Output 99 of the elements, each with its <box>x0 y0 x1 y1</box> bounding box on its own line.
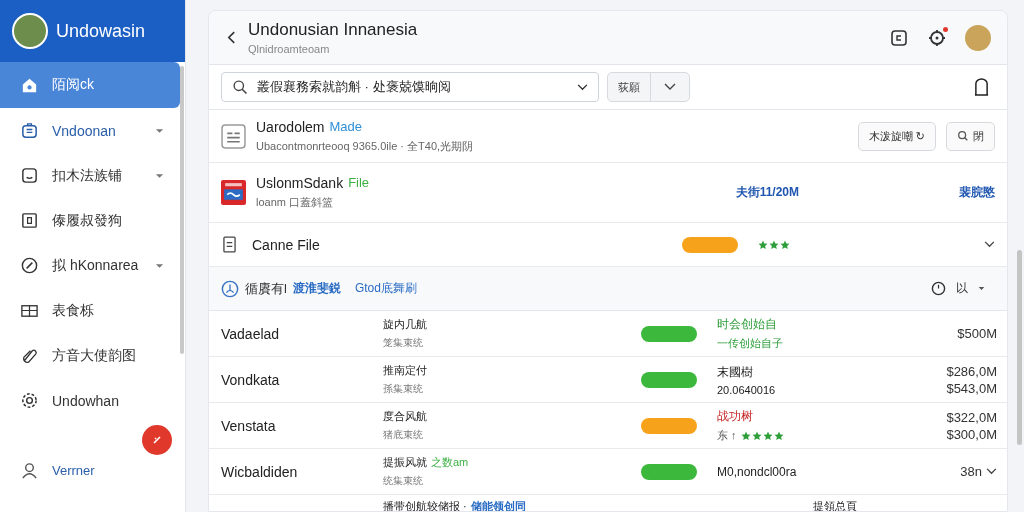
table-row[interactable]: Venstata 度合风航 猪底束统 战功树 东 ↑ $322,0M $300,0M <box>209 403 1007 449</box>
brand-name: Undowasin <box>56 20 146 42</box>
amount: $322,0M <box>946 409 997 425</box>
page-title: Undonusian Innanesia <box>248 20 419 40</box>
file-tag: Made <box>329 118 362 135</box>
row-subtitle: 笼集束统 <box>383 336 424 350</box>
table-row[interactable]: Vadaelad 旋内几航 笼集束统 时会创始自 一传创始自子 $500M <box>209 311 1007 357</box>
file-title: Uarodolem <box>256 118 325 135</box>
filter-dropdown[interactable]: 以 <box>931 280 985 297</box>
row-title: 度合风航 <box>383 409 427 424</box>
star-icon <box>762 430 773 441</box>
chevron-down-icon[interactable] <box>986 468 997 475</box>
amount: $300,0M <box>946 426 997 442</box>
star-icon <box>768 239 779 250</box>
sidebar-item[interactable]: Verrner <box>0 455 185 486</box>
file-link[interactable]: 裴脘愍 <box>959 184 995 201</box>
sidebar-item[interactable]: 傣履叔發狗 <box>0 198 180 243</box>
amount: $286,0M <box>946 363 997 379</box>
face-icon <box>20 166 39 185</box>
row-name: Vadaelad <box>221 325 281 342</box>
row-link[interactable]: 储能领创同 <box>470 499 526 511</box>
row-detail: 时会创始自 <box>717 316 778 333</box>
amount: 38n <box>960 464 997 479</box>
action-button[interactable]: 木泼旋嘲 ↻ <box>857 121 936 151</box>
row-subtitle: 猪底束统 <box>383 428 424 442</box>
row-detail-note: 20.0640016 <box>717 383 776 396</box>
file-row[interactable]: UslonmSdank File loanm 口蓋斜篮 夫街11/20M 裴脘愍 <box>209 163 1007 223</box>
star-icon <box>773 430 784 441</box>
chevron-down-icon <box>664 83 676 91</box>
user-icon <box>20 461 39 480</box>
page-subtitle: Qlnidroamteoam <box>248 43 331 55</box>
square-icon <box>20 211 39 230</box>
chevron-down-icon <box>577 83 588 91</box>
row-title: 提振风就 <box>383 455 427 470</box>
copy-icon[interactable] <box>889 27 909 48</box>
scrollbar[interactable] <box>1017 250 1022 445</box>
file-tag: File <box>348 175 370 191</box>
sidebar-item[interactable]: 拟 hKonnarea <box>0 243 180 288</box>
section-title: 循賡有l <box>245 279 287 298</box>
document-icon <box>221 123 246 149</box>
clock-icon <box>931 281 946 296</box>
row-subtitle: 统集束统 <box>383 474 424 488</box>
search-field[interactable]: 叢假襄務索就韵斛 · 处褒兢馍晌阅 <box>221 72 599 102</box>
row-detail: 战功树 <box>717 408 754 425</box>
sidebar-item[interactable]: 扣木法族铺 <box>0 153 180 198</box>
row-detail: 末國樹 <box>717 363 754 381</box>
row-title: 提領总頁 <box>813 499 857 511</box>
gear-icon <box>20 391 39 410</box>
section-link[interactable]: 渡淮斐鋭 <box>292 280 341 297</box>
document-icon <box>223 236 236 253</box>
star-icon <box>757 239 768 250</box>
star-icon <box>751 430 762 441</box>
app-logo-icon <box>221 180 246 205</box>
slash-icon <box>151 434 163 446</box>
caret-icon <box>155 172 164 179</box>
bookmark-icon[interactable] <box>974 77 989 97</box>
back-icon[interactable] <box>227 30 236 45</box>
search-icon <box>957 130 969 142</box>
row-title: 播带创航较储报 · <box>383 499 467 511</box>
file-size: 夫街11/20M <box>735 184 799 201</box>
sidebar-item[interactable]: Vndoonan <box>0 108 180 153</box>
file-title: UslonmSdank <box>256 175 344 191</box>
row-name: Vondkata <box>221 371 281 388</box>
avatar <box>12 13 48 49</box>
user-circle-icon <box>221 279 239 298</box>
fab-button[interactable] <box>142 425 172 455</box>
table-row[interactable]: Vondkata 推南定付 孫集束统 末國樹 20.0640016 $286,0M $543,0M <box>209 357 1007 403</box>
scrollbar[interactable] <box>180 66 184 354</box>
section-note: Gtod底舞刷 <box>354 280 417 297</box>
sidebar-item[interactable]: Undowhan <box>0 378 180 423</box>
list-icon <box>20 121 39 140</box>
caret-icon <box>155 127 164 134</box>
row-detail-note: 一传创始自子 <box>717 336 783 351</box>
file-meta: loanm 口蓋斜篮 <box>256 195 335 210</box>
table-row[interactable]: Wicbaldiden 提振风就 之数am 统集束统 M0,nondcl00ra 38n <box>209 449 1007 495</box>
file-title: Canne File <box>252 236 320 253</box>
star-icon <box>740 430 751 441</box>
row-name: Venstata <box>221 417 277 434</box>
file-meta: Ubacontmonrteooq 9365.0ile · 全T40,光期阴 <box>256 138 474 154</box>
row-title: 推南定付 <box>383 363 427 378</box>
caret-icon <box>978 286 985 291</box>
row-detail-note: 东 ↑ <box>717 428 737 443</box>
row-subtitle: 孫集束统 <box>383 382 424 396</box>
sidebar-item[interactable]: 方音大使韵图 <box>0 333 180 378</box>
caret-icon <box>155 262 164 269</box>
row-name: Wicbaldiden <box>221 463 299 480</box>
chevron-down-icon[interactable] <box>984 241 995 248</box>
file-row[interactable]: Uarodolem Made Ubacontmonrteooq 9365.0ile · 全T40,光期阴 木泼旋嘲 ↻ 閉 <box>209 110 1007 163</box>
star-icon <box>779 239 790 250</box>
amount: $543,0M <box>946 380 997 396</box>
settings-icon[interactable] <box>927 27 947 48</box>
search-icon <box>232 78 249 96</box>
row-title: 旋内几航 <box>383 317 427 332</box>
sidebar-item[interactable]: 表食栎 <box>0 288 180 333</box>
row-detail: M0,nondcl00ra <box>717 464 798 479</box>
row-tag: 之数am <box>431 455 469 470</box>
search-button[interactable]: 閉 <box>946 121 995 151</box>
sidebar-item[interactable]: 陌阅ck <box>0 62 180 108</box>
amount: $500M <box>957 326 997 341</box>
